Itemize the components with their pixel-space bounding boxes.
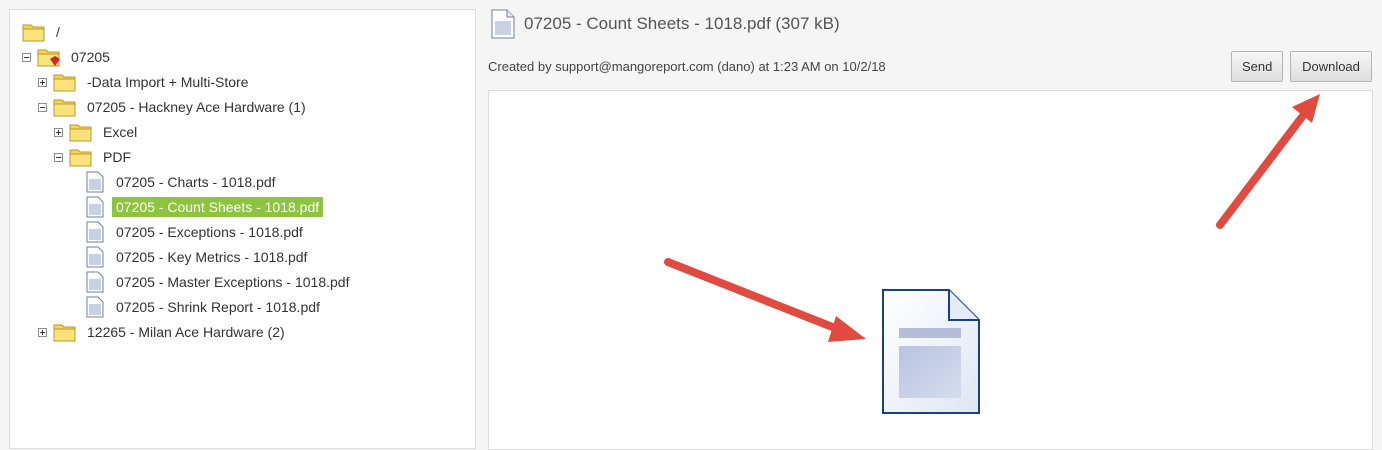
tree-item-file[interactable]: 07205 - Charts - 1018.pdf xyxy=(86,171,280,193)
collapse-toggle[interactable] xyxy=(22,52,31,62)
file-title: 07205 - Count Sheets - 1018.pdf (307 kB) xyxy=(524,14,840,33)
tree-item-data-import[interactable]: -Data Import + Multi-Store xyxy=(38,71,252,93)
tree-item-hackney[interactable]: 07205 - Hackney Ace Hardware (1) xyxy=(38,96,310,118)
file-icon xyxy=(491,9,515,39)
file-icon xyxy=(86,221,104,243)
tree-item-label: PDF xyxy=(103,149,131,165)
file-icon xyxy=(86,271,104,293)
file-icon xyxy=(86,171,104,193)
collapse-toggle[interactable] xyxy=(54,152,63,162)
tree-item-label: -Data Import + Multi-Store xyxy=(87,74,249,90)
tree-item-pdf[interactable]: PDF xyxy=(54,146,135,168)
folder-icon xyxy=(53,99,76,117)
tree-item-label: 07205 - Charts - 1018.pdf xyxy=(116,174,276,190)
tree-item-file[interactable]: 07205 - Key Metrics - 1018.pdf xyxy=(86,246,311,268)
file-icon xyxy=(86,196,104,218)
tree-item-file-selected[interactable]: 07205 - Count Sheets - 1018.pdf xyxy=(86,196,324,218)
download-button[interactable]: Download xyxy=(1290,51,1372,82)
folder-favorite-icon xyxy=(37,49,60,67)
expand-toggle[interactable] xyxy=(38,327,47,337)
folder-icon xyxy=(53,324,76,342)
tree-item-file[interactable]: 07205 - Shrink Report - 1018.pdf xyxy=(86,296,324,318)
tree-item-file[interactable]: 07205 - Master Exceptions - 1018.pdf xyxy=(86,271,353,293)
document-icon[interactable] xyxy=(881,288,981,415)
folder-icon xyxy=(53,74,76,92)
collapse-toggle[interactable] xyxy=(38,102,47,112)
expand-toggle[interactable] xyxy=(38,77,47,87)
tree-item-label: 07205 - Exceptions - 1018.pdf xyxy=(116,224,303,240)
folder-tree: / 07205 -Data Import + Multi-Store 07205… xyxy=(9,9,476,449)
tree-item-label: 07205 xyxy=(71,49,110,65)
tree-item-label: 07205 - Shrink Report - 1018.pdf xyxy=(116,299,320,315)
tree-item-label: 12265 - Milan Ace Hardware (2) xyxy=(87,324,285,340)
tree-item-07205[interactable]: 07205 xyxy=(22,46,114,68)
tree-item-root[interactable]: / xyxy=(22,21,64,43)
tree-item-label: 07205 - Count Sheets - 1018.pdf xyxy=(112,197,324,217)
file-icon xyxy=(86,296,104,318)
folder-icon xyxy=(22,24,45,42)
file-icon xyxy=(86,246,104,268)
send-button[interactable]: Send xyxy=(1231,51,1283,82)
tree-item-file[interactable]: 07205 - Exceptions - 1018.pdf xyxy=(86,221,307,243)
tree-item-label: 07205 - Hackney Ace Hardware (1) xyxy=(87,99,306,115)
folder-icon xyxy=(69,149,92,167)
tree-item-label: 07205 - Master Exceptions - 1018.pdf xyxy=(116,274,350,290)
tree-item-label: Excel xyxy=(103,124,138,140)
tree-item-milan[interactable]: 12265 - Milan Ace Hardware (2) xyxy=(38,321,289,343)
tree-item-label: / xyxy=(56,24,60,40)
tree-item-excel[interactable]: Excel xyxy=(54,121,141,143)
file-meta: Created by support@mangoreport.com (dano… xyxy=(488,59,886,74)
folder-icon xyxy=(69,124,92,142)
tree-item-label: 07205 - Key Metrics - 1018.pdf xyxy=(116,249,308,265)
expand-toggle[interactable] xyxy=(54,127,63,137)
